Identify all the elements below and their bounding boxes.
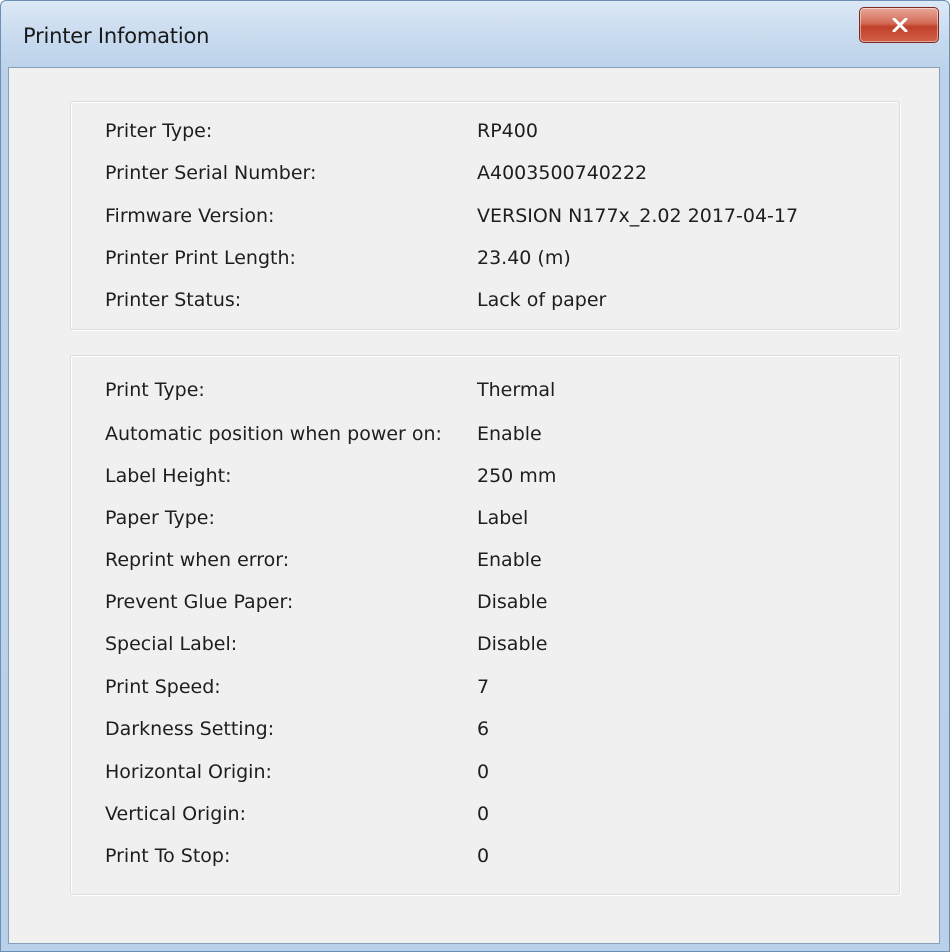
print-settings-group: Print Type: Thermal Automatic position w…: [70, 355, 900, 895]
title-bar[interactable]: Printer Infomation: [1, 1, 949, 67]
info-row-printer-status: Printer Status: Lack of paper: [71, 289, 899, 315]
info-row-print-length: Printer Print Length: 23.40 (m): [71, 247, 899, 273]
setting-row-auto-position: Automatic position when power on: Enable: [71, 423, 899, 449]
setting-row-reprint-when-error: Reprint when error: Enable: [71, 549, 899, 575]
setting-value: Label: [477, 507, 529, 529]
setting-value: 0: [477, 845, 490, 867]
setting-row-print-type: Print Type: Thermal: [71, 379, 899, 405]
setting-value: 0: [477, 803, 490, 825]
setting-value: Enable: [477, 423, 542, 445]
setting-label: Darkness Setting:: [105, 718, 275, 740]
setting-label: Reprint when error:: [105, 549, 290, 571]
info-value: A4003500740222: [477, 162, 648, 184]
info-value: Lack of paper: [477, 289, 607, 311]
info-label: Printer Print Length:: [105, 247, 296, 269]
setting-row-special-label: Special Label: Disable: [71, 633, 899, 659]
info-row-printer-type: Priter Type: RP400: [71, 120, 899, 146]
setting-row-darkness: Darkness Setting: 6: [71, 718, 899, 744]
setting-label: Paper Type:: [105, 507, 215, 529]
setting-value: 250 mm: [477, 465, 557, 487]
setting-label: Prevent Glue Paper:: [105, 591, 294, 613]
setting-label: Print To Stop:: [105, 845, 231, 867]
setting-row-print-to-stop: Print To Stop: 0: [71, 845, 899, 871]
info-value: RP400: [477, 120, 538, 142]
setting-label: Automatic position when power on:: [105, 423, 442, 445]
setting-row-paper-type: Paper Type: Label: [71, 507, 899, 533]
info-label: Priter Type:: [105, 120, 213, 142]
setting-value: 0: [477, 761, 490, 783]
info-row-firmware-version: Firmware Version: VERSION N177x_2.02 201…: [71, 205, 899, 231]
info-value: VERSION N177x_2.02 2017-04-17: [477, 205, 799, 227]
info-label: Firmware Version:: [105, 205, 275, 227]
setting-row-vertical-origin: Vertical Origin: 0: [71, 803, 899, 829]
setting-row-horizontal-origin: Horizontal Origin: 0: [71, 761, 899, 787]
setting-value: Enable: [477, 549, 542, 571]
setting-label: Print Type:: [105, 379, 205, 401]
info-value: 23.40 (m): [477, 247, 571, 269]
setting-label: Print Speed:: [105, 676, 221, 698]
info-row-serial-number: Printer Serial Number: A4003500740222: [71, 162, 899, 188]
setting-label: Horizontal Origin:: [105, 761, 272, 783]
dialog-client-area: Priter Type: RP400 Printer Serial Number…: [8, 67, 940, 944]
info-label: Printer Status:: [105, 289, 242, 311]
close-button[interactable]: [859, 7, 939, 43]
setting-label: Vertical Origin:: [105, 803, 246, 825]
setting-value: Disable: [477, 633, 548, 655]
setting-label: Label Height:: [105, 465, 232, 487]
setting-value: 7: [477, 676, 490, 698]
printer-info-window: Printer Infomation Priter Type: RP400 Pr…: [0, 0, 950, 952]
setting-row-prevent-glue-paper: Prevent Glue Paper: Disable: [71, 591, 899, 617]
setting-row-label-height: Label Height: 250 mm: [71, 465, 899, 491]
info-label: Printer Serial Number:: [105, 162, 317, 184]
close-icon: [892, 18, 908, 32]
setting-value: Thermal: [477, 379, 556, 401]
window-title: Printer Infomation: [23, 24, 210, 48]
setting-value: Disable: [477, 591, 548, 613]
setting-value: 6: [477, 718, 490, 740]
setting-row-print-speed: Print Speed: 7: [71, 676, 899, 702]
printer-info-group: Priter Type: RP400 Printer Serial Number…: [70, 101, 900, 330]
setting-label: Special Label:: [105, 633, 238, 655]
